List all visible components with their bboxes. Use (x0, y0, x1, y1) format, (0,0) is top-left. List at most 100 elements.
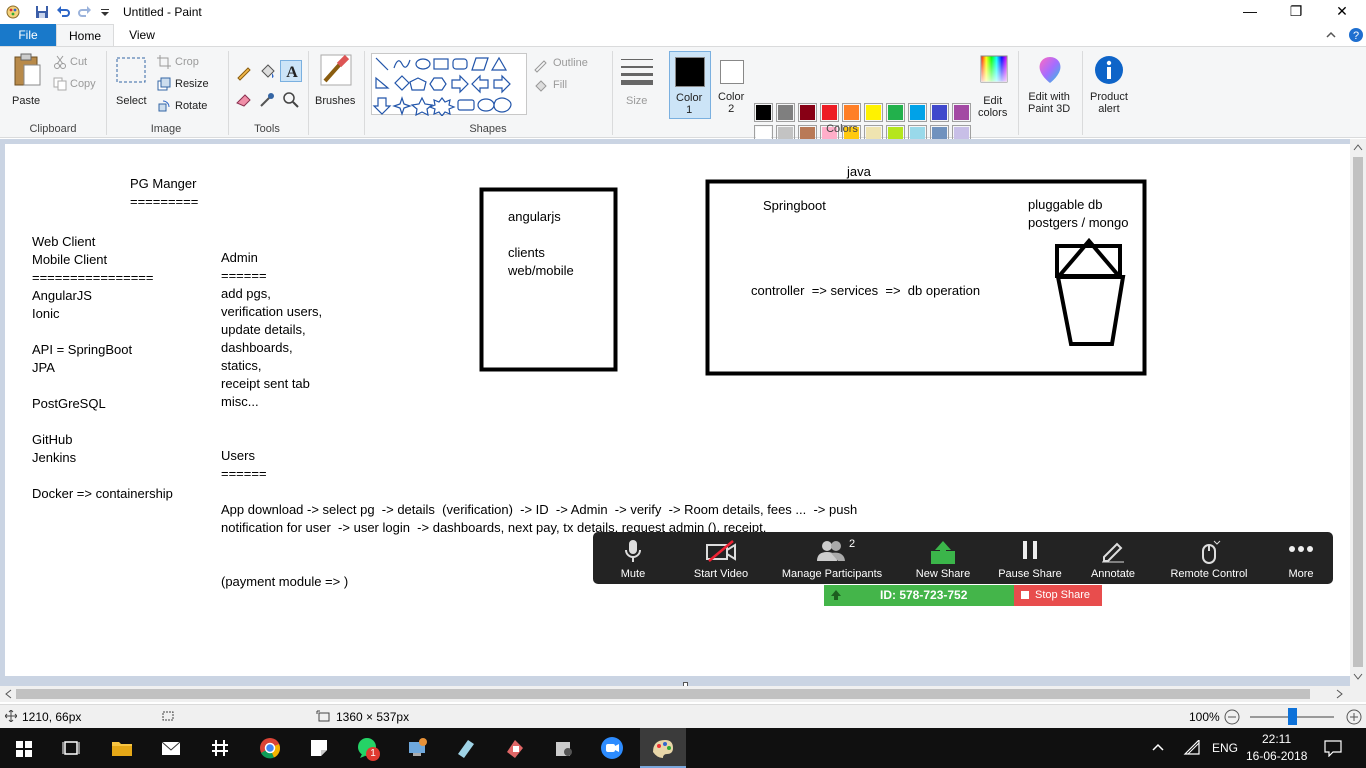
notes-app-icon[interactable] (452, 734, 480, 762)
clock-time[interactable]: 22:11 (1262, 732, 1291, 746)
color1-button[interactable]: Color 1 (669, 51, 711, 119)
copy-icon[interactable] (53, 77, 67, 91)
resize-label[interactable]: Resize (175, 78, 209, 90)
fill-label[interactable]: Fill (553, 79, 567, 91)
zoom-app-icon[interactable] (598, 734, 626, 762)
brushes-button[interactable]: Brushes (313, 51, 361, 119)
crop-label[interactable]: Crop (175, 56, 199, 68)
outline-label[interactable]: Outline (553, 57, 588, 69)
new-share-button[interactable]: New Share (899, 532, 987, 584)
scroll-left-icon[interactable] (4, 689, 12, 699)
select-button[interactable]: Select (113, 51, 151, 113)
paste-button[interactable]: Paste (6, 51, 48, 111)
outline-icon[interactable] (533, 57, 549, 73)
tab-home[interactable]: Home (56, 24, 114, 47)
palette-swatch[interactable] (820, 103, 839, 122)
vertical-scroll-thumb[interactable] (1353, 157, 1363, 667)
taskbar-paint-active[interactable] (640, 728, 686, 768)
participants-icon (817, 541, 845, 561)
cut-icon[interactable] (53, 55, 67, 69)
scroll-up-icon[interactable] (1353, 143, 1363, 151)
remote-control-button[interactable]: Remote Control (1159, 532, 1259, 584)
minimize-button[interactable]: — (1227, 0, 1273, 24)
palette-swatch[interactable] (864, 103, 883, 122)
tools-app-icon[interactable] (501, 734, 529, 762)
size-button[interactable]: Size (617, 51, 657, 117)
color-picker-icon[interactable] (258, 91, 276, 109)
undo-icon[interactable] (55, 4, 71, 20)
meeting-id-bar[interactable]: ID: 578-723-752 (824, 585, 1014, 606)
fill-bucket-icon[interactable] (258, 63, 276, 81)
manage-participants-button[interactable]: 2 Manage Participants (773, 532, 891, 584)
eraser-icon[interactable] (235, 91, 253, 109)
pencil-icon[interactable] (235, 63, 253, 81)
more-button[interactable]: More (1269, 532, 1333, 584)
notifications-icon[interactable] (1324, 739, 1342, 757)
stop-share-label: Stop Share (1035, 589, 1091, 601)
palette-swatch[interactable] (886, 103, 905, 122)
scroll-right-icon[interactable] (1336, 689, 1344, 699)
cut-label[interactable]: Cut (70, 56, 87, 68)
mail-icon[interactable] (157, 734, 185, 762)
controller-flow-label: controller => services => db operation (751, 283, 981, 298)
palette-swatch[interactable] (908, 103, 927, 122)
pause-share-button[interactable]: Pause Share (989, 532, 1071, 584)
text-tool-button[interactable]: A (280, 60, 302, 82)
magnifier-icon[interactable] (282, 91, 300, 109)
zoom-slider-thumb[interactable] (1288, 708, 1297, 725)
scroll-down-icon[interactable] (1353, 673, 1363, 681)
copy-label[interactable]: Copy (70, 78, 96, 90)
product-alert-button[interactable]: Product alert (1086, 51, 1134, 119)
slack-icon[interactable] (206, 734, 234, 762)
palette-swatch[interactable] (930, 103, 949, 122)
horizontal-scroll-thumb[interactable] (16, 689, 1310, 699)
tab-view[interactable]: View (114, 24, 170, 46)
save-icon[interactable] (34, 4, 50, 20)
task-view-icon[interactable] (57, 734, 85, 762)
clock-date[interactable]: 16-06-2018 (1246, 749, 1307, 763)
vertical-scrollbar[interactable] (1350, 139, 1366, 686)
zoom-in-icon[interactable] (1346, 709, 1362, 725)
horizontal-scrollbar[interactable] (0, 686, 1366, 702)
sticky-notes-icon[interactable] (305, 734, 333, 762)
palette-swatch[interactable] (842, 103, 861, 122)
crop-icon[interactable] (157, 55, 171, 69)
palette-swatch[interactable] (776, 103, 795, 122)
fill-icon[interactable] (533, 78, 549, 94)
close-button[interactable]: ✕ (1319, 0, 1365, 24)
windows-start-icon[interactable] (10, 734, 38, 762)
rotate-label[interactable]: Rotate (175, 100, 207, 112)
chrome-icon[interactable] (256, 734, 284, 762)
rotate-icon[interactable] (157, 99, 171, 113)
show-hidden-icons-icon[interactable] (1150, 740, 1166, 756)
stop-share-button[interactable]: Stop Share (1014, 585, 1102, 606)
restore-button[interactable]: ❐ (1273, 0, 1319, 24)
annotate-button[interactable]: Annotate (1077, 532, 1149, 584)
edit-with-paint3d-button[interactable]: Edit with Paint 3D (1024, 51, 1078, 119)
shapes-group-label: Shapes (469, 123, 507, 135)
line-size-icon (621, 59, 653, 85)
drawing-canvas[interactable]: PG Manger ========= Web Client Mobile Cl… (5, 144, 1350, 687)
color2-button[interactable]: Color 2 (713, 51, 751, 119)
mute-button[interactable]: Mute (593, 532, 673, 584)
palette-swatch[interactable] (952, 103, 971, 122)
minimize-ribbon-icon[interactable] (1324, 28, 1338, 42)
zoom-out-icon[interactable] (1224, 709, 1240, 725)
resize-icon[interactable] (157, 77, 171, 91)
file-explorer-icon[interactable] (108, 734, 136, 762)
language-indicator[interactable]: ENG (1212, 741, 1238, 755)
customize-quick-access-icon[interactable] (97, 4, 113, 20)
clipboard-group-label: Clipboard (29, 123, 77, 135)
wifi-icon[interactable] (1183, 740, 1201, 756)
redo-icon[interactable] (77, 4, 93, 20)
tab-file[interactable]: File (0, 24, 56, 46)
palette-swatch[interactable] (798, 103, 817, 122)
network-app-icon[interactable] (403, 734, 431, 762)
palette-swatch[interactable] (754, 103, 773, 122)
shapes-gallery[interactable] (371, 53, 527, 117)
edit-colors-button[interactable]: Edit colors (976, 51, 1012, 119)
start-video-button[interactable]: Start Video (675, 532, 767, 584)
new-share-label: New Share (915, 568, 971, 580)
help-icon[interactable]: ? (1348, 27, 1364, 43)
snipping-tool-icon[interactable] (550, 734, 578, 762)
